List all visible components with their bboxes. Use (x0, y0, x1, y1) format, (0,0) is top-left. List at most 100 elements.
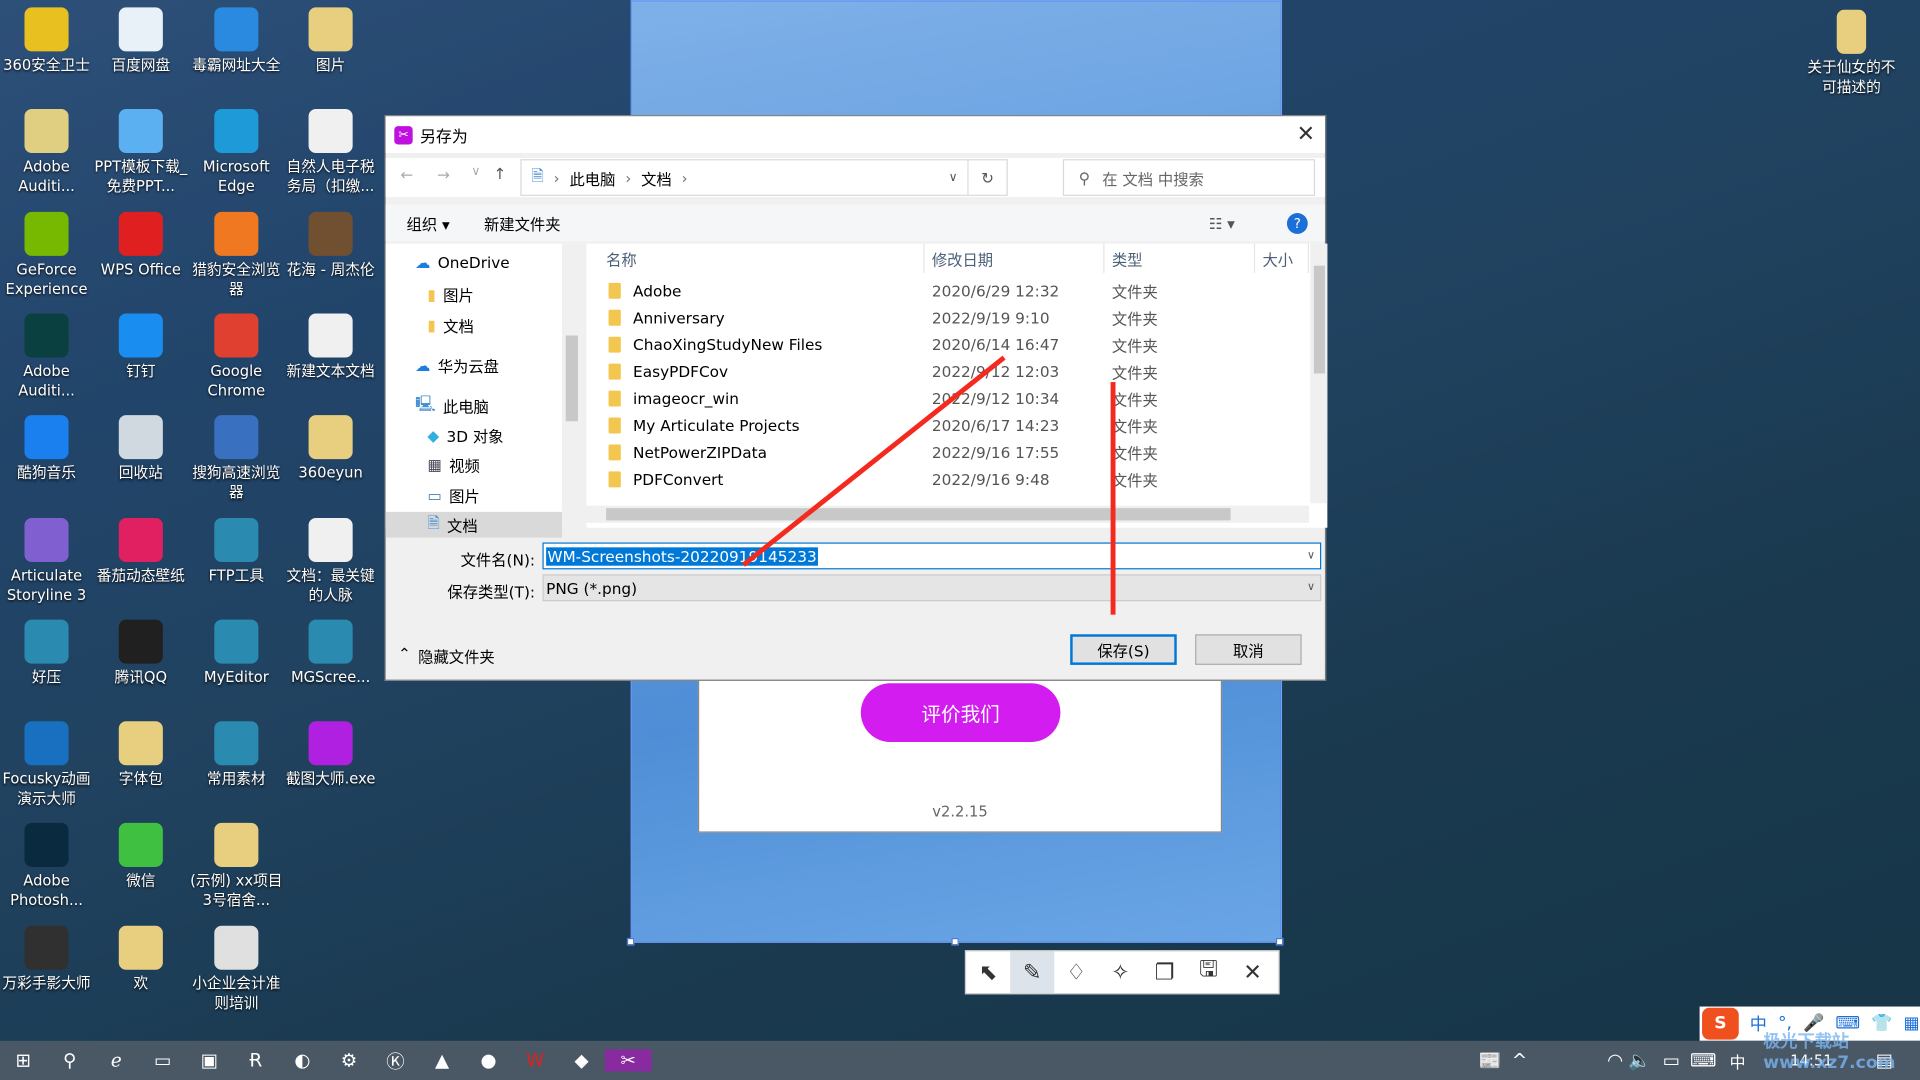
file-row[interactable]: EasyPDFCov 2022/9/12 12:03 文件夹 (608, 358, 1295, 385)
desktop-icon[interactable]: 万彩手影大师 (0, 925, 93, 992)
cancel-button[interactable]: 取消 (1195, 634, 1302, 665)
refresh-icon[interactable]: ↻ (967, 160, 1006, 195)
help-icon[interactable]: ? (1286, 212, 1308, 234)
screenshot-master-icon[interactable]: ✂ (604, 1049, 652, 1072)
app-icon[interactable]: ◆ (558, 1049, 605, 1071)
hide-folders-toggle[interactable]: ⌃ 隐藏文件夹 (398, 644, 495, 667)
sogou-logo-icon[interactable]: S (1702, 1007, 1739, 1040)
organize-button[interactable]: 组织 ▾ (407, 211, 450, 234)
desktop-icon[interactable]: Adobe Auditi... (0, 313, 93, 400)
chevron-down-icon[interactable]: ∨ (1307, 550, 1315, 562)
desktop-icon[interactable]: 番茄动态壁纸 (94, 517, 187, 584)
desktop-icon[interactable]: 酷狗音乐 (0, 415, 93, 482)
close-icon[interactable]: ✕ (1231, 951, 1275, 993)
wechat-icon[interactable]: ● (465, 1049, 512, 1071)
desktop-icon[interactable]: 微信 (94, 823, 187, 890)
vertical-scrollbar[interactable] (1310, 243, 1328, 504)
file-row[interactable]: Anniversary 2022/9/19 9:10 文件夹 (608, 304, 1295, 331)
desktop-icon[interactable]: 图片 (284, 7, 377, 74)
desktop-icon[interactable]: GeForce Experience (0, 211, 93, 298)
save-icon[interactable]: 🖫 (1187, 951, 1231, 993)
desktop-icon[interactable]: 花海 - 周杰伦 (284, 211, 377, 278)
up-icon[interactable]: ↑ (493, 164, 506, 182)
settings-icon[interactable]: ⚙ (326, 1049, 373, 1071)
file-row[interactable]: PDFConvert 2022/9/16 9:48 文件夹 (608, 465, 1295, 492)
resize-handle[interactable] (1275, 937, 1284, 946)
ie-icon[interactable]: ℯ (93, 1049, 140, 1071)
desktop-icon[interactable]: 文档：最关键的人脉 (284, 517, 377, 604)
filetype-select[interactable]: PNG (*.png) ∨ (542, 574, 1322, 602)
nav-item[interactable]: 🖳 此电脑 (415, 393, 489, 419)
rate-us-button[interactable]: 评价我们 (860, 683, 1061, 743)
chevron-down-icon[interactable]: ∨ (1307, 582, 1315, 594)
app-icon[interactable]: ▲ (419, 1049, 466, 1071)
new-folder-button[interactable]: 新建文件夹 (484, 211, 561, 234)
breadcrumb-documents[interactable]: 文档 (641, 166, 672, 189)
desktop-icon[interactable]: 猎豹安全浏览器 (190, 211, 283, 298)
close-icon[interactable]: ✕ (1297, 121, 1315, 147)
desktop-icon[interactable]: Microsoft Edge (190, 109, 283, 196)
save-button[interactable]: 保存(S) (1070, 634, 1177, 665)
copy-icon[interactable]: ❐ (1142, 951, 1186, 993)
desktop-icon[interactable]: Google Chrome (190, 313, 283, 400)
column-date[interactable]: 修改日期 (924, 243, 1105, 274)
desktop-icon[interactable]: Articulate Storyline 3 (0, 517, 93, 604)
file-row[interactable]: Adobe 2020/6/29 12:32 文件夹 (608, 277, 1295, 304)
desktop-icon[interactable]: MyEditor (190, 619, 283, 686)
tray-chevron-icon[interactable]: ^ (1496, 1049, 1543, 1071)
pin-icon[interactable]: ✧ (1098, 951, 1142, 993)
nav-item[interactable]: ☁ 华为云盘 (415, 354, 499, 377)
nav-scrollbar[interactable] (562, 243, 582, 528)
file-row[interactable]: ChaoXingStudyNew Files 2020/6/14 16:47 文件夹 (608, 331, 1295, 358)
marker-icon[interactable]: ♢ (1054, 951, 1098, 993)
resize-handle[interactable] (951, 937, 959, 946)
browser-icon[interactable]: ◐ (279, 1049, 326, 1071)
input-language[interactable]: 中 (1714, 1049, 1761, 1072)
desktop-icon[interactable]: 好压 (0, 619, 93, 686)
app-icon[interactable]: Ɍ (233, 1049, 280, 1071)
desktop-icon[interactable]: Focusky动画演示大师 (0, 721, 93, 808)
desktop-icon[interactable]: 毒霸网址大全 (190, 7, 283, 74)
column-name[interactable]: 名称 (599, 243, 925, 274)
address-bar[interactable]: 🗎 › 此电脑 › 文档 › ∨ ↻ (520, 159, 1008, 196)
breadcrumb-this-pc[interactable]: 此电脑 (569, 166, 615, 189)
pen-icon[interactable]: ✎ (1010, 951, 1055, 994)
desktop-icon[interactable]: 新建文本文档 (284, 313, 377, 380)
nav-item[interactable]: ◆ 3D 对象 (427, 424, 503, 447)
start-icon[interactable]: ⊞ (0, 1049, 47, 1071)
kugou-icon[interactable]: Ⓚ (372, 1048, 419, 1074)
desktop-icon[interactable]: PPT模板下载_免费PPT... (94, 109, 187, 196)
desktop-icon[interactable]: FTP工具 (190, 517, 283, 584)
desktop-icon[interactable]: 百度网盘 (94, 7, 187, 74)
desktop-icon[interactable]: 常用素材 (190, 721, 283, 788)
desktop-icon[interactable]: 关于仙女的不可描述的 (1805, 9, 1898, 97)
app-icon[interactable]: ▣ (186, 1049, 233, 1071)
view-options-icon[interactable]: ☷ ▾ (1209, 214, 1235, 232)
nav-item[interactable]: ▭ 图片 (427, 484, 479, 507)
select-arrow-icon[interactable]: ⬉ (966, 951, 1010, 993)
file-row[interactable]: NetPowerZIPData 2022/9/16 17:55 文件夹 (608, 438, 1295, 465)
resize-handle[interactable] (626, 937, 635, 946)
desktop-icon[interactable]: (示例) xx项目3号宿舍... (190, 823, 283, 910)
desktop-icon[interactable]: 360安全卫士 (0, 7, 93, 74)
recent-chevron-icon[interactable]: ∨ (471, 165, 480, 178)
forward-icon[interactable]: → (437, 165, 450, 183)
chevron-down-icon[interactable]: ∨ (949, 171, 958, 184)
column-type[interactable]: 类型 (1104, 243, 1256, 274)
wps-icon[interactable]: W (512, 1049, 559, 1071)
desktop-icon[interactable]: 截图大师.exe (284, 721, 377, 788)
column-size[interactable]: 大小 (1255, 243, 1309, 274)
filename-input[interactable]: WM-Screenshots-20220919145233 ∨ (542, 542, 1322, 570)
horizontal-scrollbar[interactable] (586, 505, 1309, 523)
desktop-icon[interactable]: 腾讯QQ (94, 619, 187, 686)
file-explorer-icon[interactable]: ▭ (140, 1049, 187, 1071)
nav-item[interactable]: ▮ 图片 (427, 283, 473, 306)
file-row[interactable]: My Articulate Projects 2020/6/17 14:23 文件夹 (608, 411, 1295, 438)
desktop-icon[interactable]: MGScree... (284, 619, 377, 686)
desktop-icon[interactable]: 自然人电子税务局（扣缴... (284, 109, 377, 196)
back-icon[interactable]: ← (400, 165, 413, 183)
desktop-icon[interactable]: 钉钉 (94, 313, 187, 380)
desktop-icon[interactable]: 欢 (94, 925, 187, 992)
desktop-icon[interactable]: 搜狗高速浏览器 (190, 415, 283, 502)
desktop-icon[interactable]: WPS Office (94, 211, 187, 278)
